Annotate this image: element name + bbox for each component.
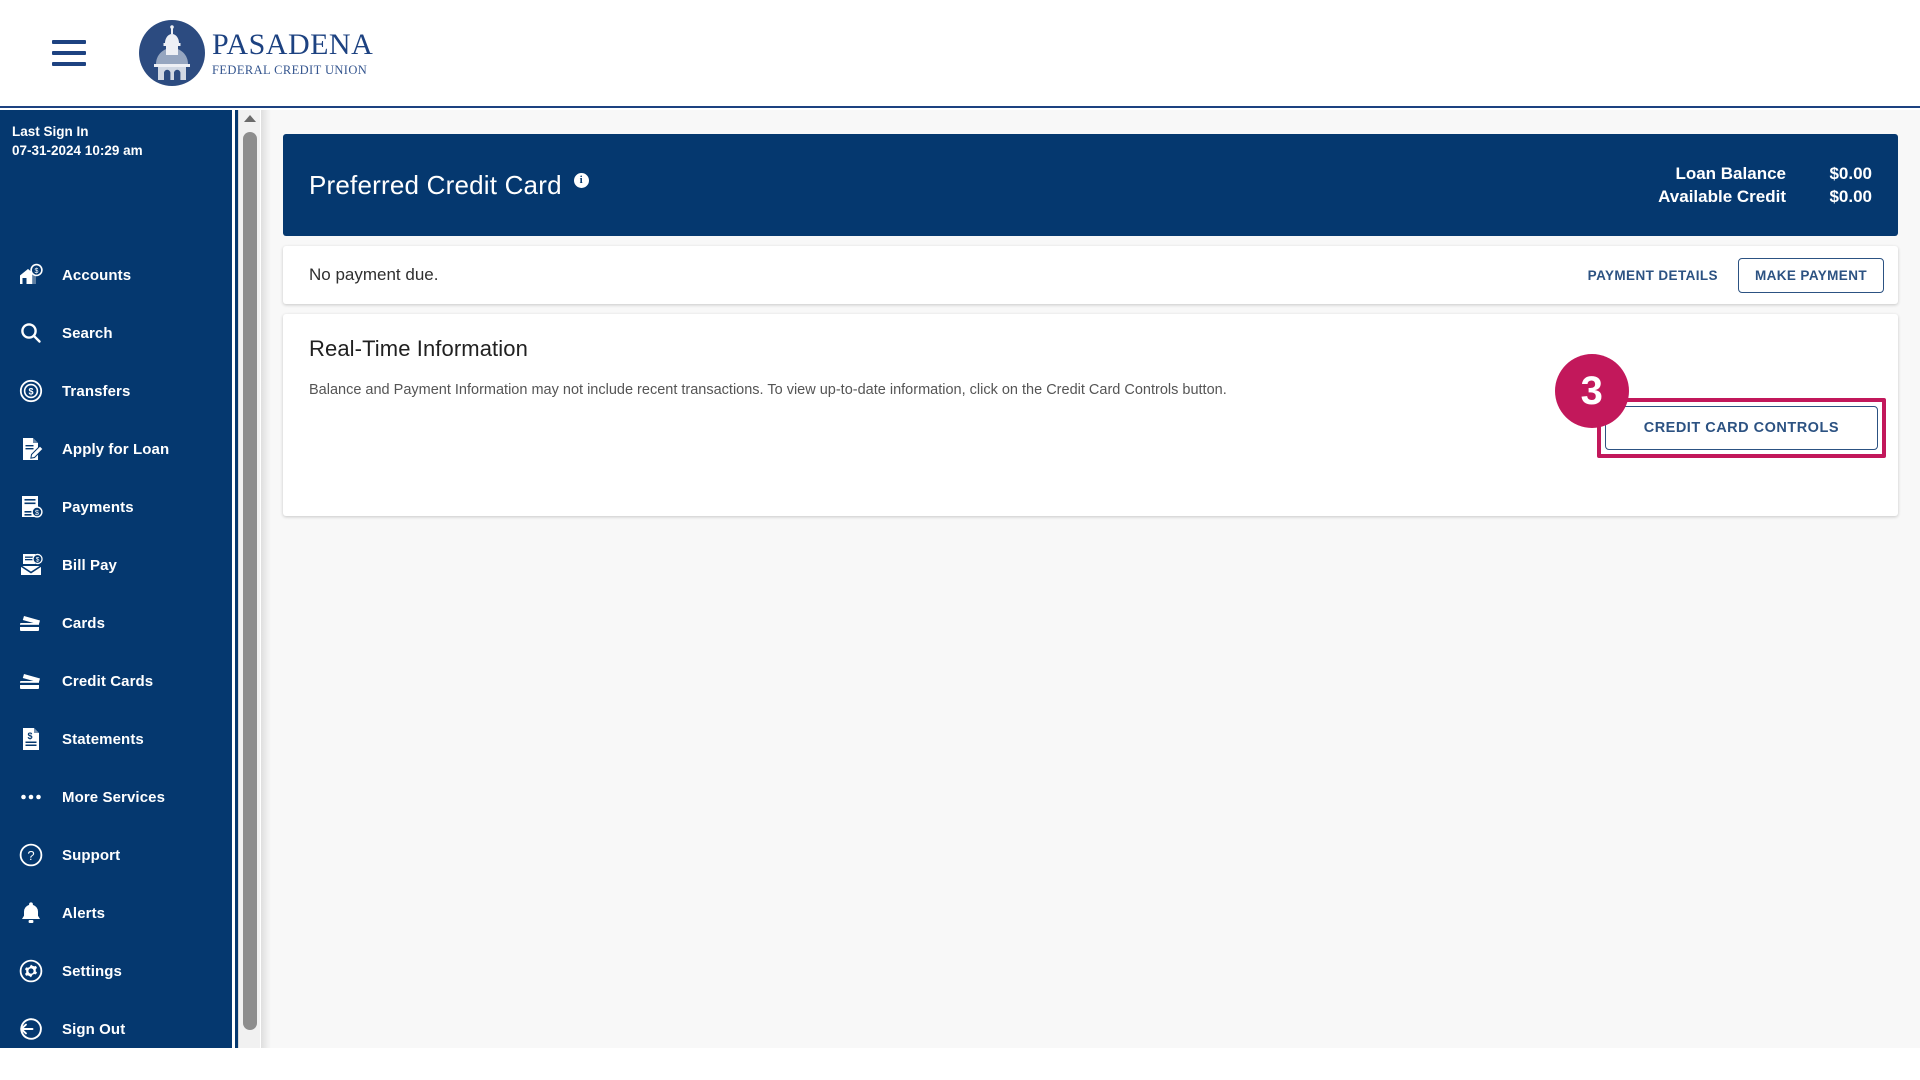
svg-text:?: ? <box>27 848 34 863</box>
sidebar-item-settings[interactable]: Settings <box>0 942 238 1000</box>
loan-balance-value: $0.00 <box>1829 163 1872 183</box>
sidebar-item-statements[interactable]: $ Statements <box>0 710 238 768</box>
sidebar-item-label: Apply for Loan <box>62 440 170 458</box>
sidebar-item-apply-for-loan[interactable]: Apply for Loan <box>0 420 238 478</box>
credit-card-icon <box>0 668 62 694</box>
sidebar-item-credit-cards[interactable]: Credit Cards <box>0 652 238 710</box>
brand-logo[interactable]: PASADENA FEDERAL CREDIT UNION <box>138 19 373 87</box>
available-credit-value: $0.00 <box>1829 186 1872 206</box>
hamburger-menu-icon[interactable] <box>52 40 86 66</box>
sidebar-item-label: Transfers <box>62 382 131 400</box>
dome-building-icon <box>139 20 205 86</box>
available-credit-label: Available Credit <box>1658 186 1786 206</box>
sidebar-item-label: Accounts <box>62 266 132 284</box>
invoice-dollar-icon: $ <box>0 494 62 520</box>
logo-wordmark: PASADENA <box>212 27 374 61</box>
svg-text:$: $ <box>35 268 39 275</box>
sidebar-item-label: Bill Pay <box>62 556 117 574</box>
sidebar-item-label: Cards <box>62 614 106 632</box>
make-payment-button[interactable]: MAKE PAYMENT <box>1737 257 1884 293</box>
payment-actions: PAYMENT DETAILS MAKE PAYMENT <box>1584 257 1884 293</box>
logo-tagline: FEDERAL CREDIT UNION <box>212 62 368 77</box>
sidebar-divider <box>232 110 235 1048</box>
payment-status-bar: No payment due. PAYMENT DETAILS MAKE PAY… <box>283 246 1898 304</box>
info-icon[interactable]: i <box>573 172 589 188</box>
loan-balance-row: Loan Balance $0.00 <box>1658 164 1872 184</box>
sidebar-item-label: Alerts <box>62 904 106 922</box>
gear-circle-icon <box>0 958 62 984</box>
envelope-dollar-icon: $ <box>0 552 62 578</box>
svg-text:$: $ <box>27 731 32 741</box>
sidebar-item-label: Sign Out <box>62 1020 126 1038</box>
sidebar-item-label: Statements <box>62 730 144 748</box>
real-time-information-card: Real-Time Information Balance and Paymen… <box>283 314 1898 516</box>
bell-icon <box>0 900 62 926</box>
sidebar-item-label: Settings <box>62 962 122 980</box>
sidebar-item-label: Search <box>62 324 113 342</box>
transfer-circle-dollar-icon: $ <box>0 378 62 404</box>
sidebar-item-cards[interactable]: Cards <box>0 594 238 652</box>
last-sign-in-value: 07-31-2024 10:29 am <box>12 143 143 158</box>
step-number-badge: 3 <box>1554 354 1629 428</box>
credit-card-icon <box>0 610 62 636</box>
sidebar-item-transfers[interactable]: $ Transfers <box>0 362 238 420</box>
search-icon <box>0 320 62 346</box>
sidebar-item-search[interactable]: Search <box>0 304 238 362</box>
svg-text:$: $ <box>36 557 40 564</box>
sidebar-item-bill-pay[interactable]: $ Bill Pay <box>0 536 238 594</box>
sidebar-item-label: More Services <box>62 788 166 806</box>
svg-text:$: $ <box>28 387 33 397</box>
section-title: Real-Time Information <box>309 336 528 361</box>
app-header: PASADENA FEDERAL CREDIT UNION <box>0 0 1920 108</box>
sidebar-item-sign-out[interactable]: Sign Out <box>0 1000 238 1048</box>
available-credit-row: Available Credit $0.00 <box>1658 187 1872 207</box>
last-sign-in-label: Last Sign In <box>12 124 89 139</box>
highlight-outline: CREDIT CARD CONTROLS <box>1596 398 1886 458</box>
ellipsis-icon <box>0 784 62 810</box>
loan-balance-label: Loan Balance <box>1675 163 1786 183</box>
sidebar-item-support[interactable]: ? Support <box>0 826 238 884</box>
question-circle-icon: ? <box>0 842 62 868</box>
account-name: Preferred Credit Card <box>309 169 562 200</box>
sidebar-item-payments[interactable]: $ Payments <box>0 478 238 536</box>
page-title: Preferred Credit Card i <box>309 170 589 201</box>
account-summary-header: Preferred Credit Card i Loan Balance $0.… <box>283 134 1898 236</box>
last-sign-in-block: Last Sign In 07-31-2024 10:29 am <box>0 110 238 160</box>
statement-document-icon: $ <box>0 726 62 752</box>
payment-details-button[interactable]: PAYMENT DETAILS <box>1584 262 1722 289</box>
house-dollar-icon: $ <box>0 262 62 288</box>
sidebar-item-list: $ Accounts Search $ Transfers Apply for … <box>0 246 238 1048</box>
scrollbar-thumb[interactable] <box>243 132 257 1030</box>
credit-card-controls-button[interactable]: CREDIT CARD CONTROLS <box>1604 406 1878 450</box>
credit-card-controls-area: 3 CREDIT CARD CONTROLS <box>1554 354 1886 458</box>
sidebar-scrollbar[interactable] <box>238 110 260 1048</box>
svg-text:$: $ <box>35 510 39 517</box>
sidebar-item-label: Support <box>62 846 121 864</box>
sidebar-item-accounts[interactable]: $ Accounts <box>0 246 238 304</box>
document-pen-icon <box>0 436 62 462</box>
sign-out-icon <box>0 1016 62 1042</box>
scroll-up-arrow-icon[interactable] <box>243 115 256 122</box>
sidebar-item-label: Payments <box>62 498 134 516</box>
sidebar-item-alerts[interactable]: Alerts <box>0 884 238 942</box>
hamburger-bar <box>52 51 86 55</box>
main-content-area: Preferred Credit Card i Loan Balance $0.… <box>261 110 1920 1048</box>
hamburger-bar <box>52 40 86 44</box>
payment-status-text: No payment due. <box>309 265 439 284</box>
sidebar-navigation: Last Sign In 07-31-2024 10:29 am $ Accou… <box>0 110 238 1048</box>
sidebar-item-label: Credit Cards <box>62 672 154 690</box>
balance-summary: Loan Balance $0.00 Available Credit $0.0… <box>1658 161 1872 210</box>
hamburger-bar <box>52 62 86 66</box>
sidebar-item-more-services[interactable]: More Services <box>0 768 238 826</box>
